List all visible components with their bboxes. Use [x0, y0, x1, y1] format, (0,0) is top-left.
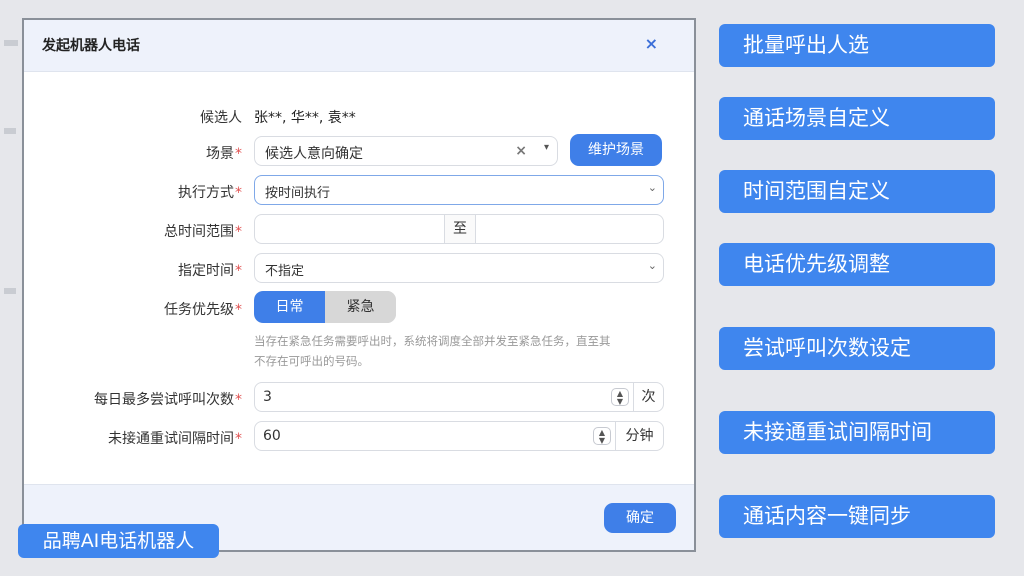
chevron-down-icon: ▾	[543, 142, 549, 153]
execution-mode-row: 执行方式* 按时间执行 ⌄	[24, 175, 694, 205]
priority-label: 任务优先级*	[164, 302, 242, 318]
max-attempts-row: 每日最多尝试呼叫次数* 3 ▲ ▼ 次	[24, 382, 694, 412]
dialog-header: 发起机器人电话 ×	[24, 20, 694, 72]
max-attempts-label: 每日最多尝试呼叫次数*	[94, 392, 242, 408]
feature-card: 通话内容一键同步	[719, 495, 995, 538]
brand-label: 品聘AI电话机器人	[18, 524, 219, 558]
scene-label: 场景*	[206, 146, 242, 162]
start-date-input[interactable]	[265, 221, 445, 241]
priority-hint: 当存在紧急任务需要呼出时，系统将调度全部并发至紧急任务，直至其 不存在可呼出的号…	[254, 334, 611, 368]
feature-card: 通话场景自定义	[719, 97, 995, 140]
max-attempts-value: 3	[263, 389, 272, 405]
priority-option-urgent[interactable]: 紧急	[325, 291, 396, 323]
stepper-icon[interactable]: ▲ ▼	[593, 427, 611, 445]
time-range-label: 总时间范围*	[164, 224, 242, 240]
retry-interval-unit: 分钟	[615, 422, 663, 450]
designated-time-row: 指定时间* 不指定 ⌄	[24, 253, 694, 283]
feature-card: 未接通重试间隔时间	[719, 411, 995, 454]
designated-time-value: 不指定	[265, 264, 305, 279]
max-attempts-input[interactable]: 3 ▲ ▼ 次	[254, 382, 664, 412]
background-fragment	[4, 288, 16, 294]
background-fragment	[4, 128, 16, 134]
max-attempts-unit: 次	[633, 383, 663, 411]
stepper-icon[interactable]: ▲ ▼	[611, 388, 629, 406]
execution-mode-select[interactable]: 按时间执行 ⌄	[254, 175, 664, 205]
retry-interval-value: 60	[263, 428, 281, 444]
scene-select[interactable]: 候选人意向确定 × ▾	[254, 136, 558, 166]
designated-time-label: 指定时间*	[178, 263, 242, 279]
dialog-title: 发起机器人电话	[42, 38, 140, 54]
feature-card: 时间范围自定义	[719, 170, 995, 213]
candidates-label: 候选人	[200, 110, 242, 126]
time-range-row: 总时间范围* 至	[24, 214, 694, 244]
clear-icon[interactable]: ×	[515, 143, 527, 159]
designated-time-select[interactable]: 不指定 ⌄	[254, 253, 664, 283]
chevron-down-icon: ⌄	[647, 181, 657, 194]
scene-value: 候选人意向确定	[265, 146, 363, 162]
scene-row: 场景* 候选人意向确定 × ▾ 维护场景	[24, 134, 694, 166]
time-range-field: 至	[254, 214, 664, 244]
feature-card: 电话优先级调整	[719, 243, 995, 286]
priority-row: 任务优先级* 日常 紧急	[24, 291, 694, 323]
chevron-down-icon: ⌄	[647, 259, 657, 272]
retry-interval-row: 未接通重试间隔时间* 60 ▲ ▼ 分钟	[24, 421, 694, 451]
execution-mode-value: 按时间执行	[265, 186, 331, 201]
confirm-button[interactable]: 确定	[604, 503, 676, 533]
candidates-value: 张**, 华**, 袁**	[254, 110, 356, 126]
end-date-input[interactable]	[487, 221, 657, 241]
range-separator: 至	[444, 215, 476, 243]
execution-mode-label: 执行方式*	[178, 185, 242, 201]
priority-segmented-control: 日常 紧急	[254, 291, 396, 323]
retry-interval-input[interactable]: 60 ▲ ▼ 分钟	[254, 421, 664, 451]
maintain-scene-button[interactable]: 维护场景	[570, 134, 662, 166]
candidates-row: 候选人 张**, 华**, 袁**	[24, 100, 694, 130]
retry-interval-label: 未接通重试间隔时间*	[108, 431, 242, 447]
priority-option-normal[interactable]: 日常	[254, 291, 325, 323]
start-robot-call-dialog: 发起机器人电话 × 候选人 张**, 华**, 袁** 场景* 候选人意向确定 …	[22, 18, 696, 552]
close-icon[interactable]: ×	[645, 35, 658, 53]
feature-card: 尝试呼叫次数设定	[719, 327, 995, 370]
feature-card: 批量呼出人选	[719, 24, 995, 67]
background-fragment	[4, 40, 18, 46]
